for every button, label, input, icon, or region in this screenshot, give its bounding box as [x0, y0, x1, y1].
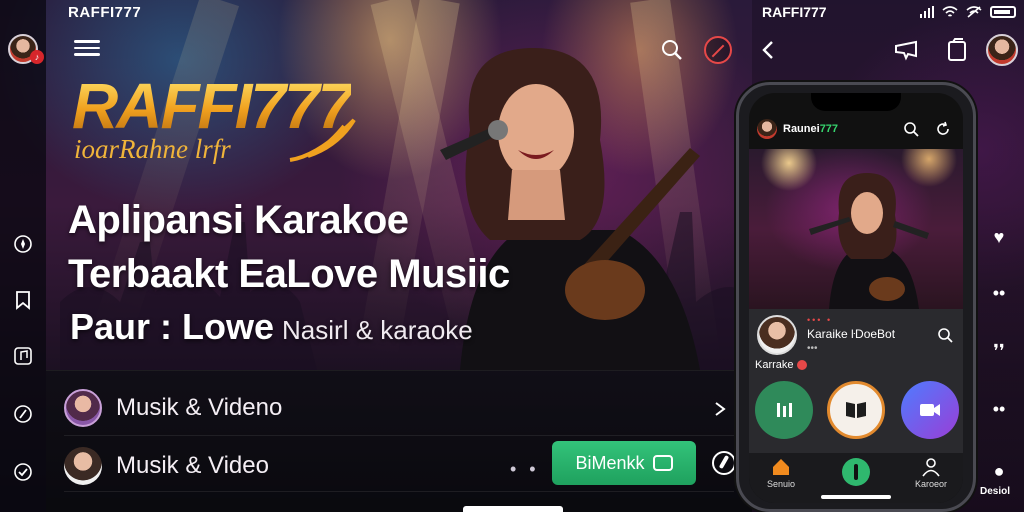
playlist-button[interactable]: [755, 381, 813, 439]
notification-badge: ♪: [30, 50, 44, 64]
side-label: Desiol: [980, 486, 1011, 497]
compass-icon[interactable]: [11, 232, 35, 256]
phone-brand: Raunei777: [783, 123, 839, 135]
chat-icon: [652, 455, 673, 471]
record-button[interactable]: [901, 381, 959, 439]
list-item[interactable]: Musik & Video • • BiMenkk: [64, 441, 736, 491]
profile-icon: [922, 458, 940, 477]
refresh-icon[interactable]: [935, 121, 951, 137]
tab-profile-label: Karoeor: [914, 479, 948, 489]
wifi-icon: [942, 6, 958, 17]
chevron-right-icon[interactable]: [712, 401, 728, 417]
action-button-label: BiMenkk: [575, 452, 645, 473]
karaoke-tag-label: Karrake: [755, 359, 794, 372]
divider: [64, 435, 734, 436]
home-indicator: [463, 506, 563, 512]
karaoke-tag: Karrake: [755, 359, 807, 371]
mini-singer-illustration: [809, 173, 929, 309]
tab-profile[interactable]: Karoeor: [901, 457, 961, 489]
headline-line-3: Paur : Lowe Nasirl & karaoke: [70, 306, 473, 348]
phone-notch: [811, 93, 901, 111]
dots-icon[interactable]: ••: [988, 282, 1010, 304]
home-indicator: [821, 495, 891, 499]
video-icon: [920, 404, 940, 416]
search-icon[interactable]: [903, 121, 919, 137]
navigate-icon[interactable]: [712, 451, 736, 475]
avatar: [64, 389, 102, 427]
status-title: RAFFI777: [762, 4, 827, 20]
tab-home-label: Senuio: [766, 479, 796, 489]
tab-home[interactable]: Senuio: [751, 457, 811, 489]
list-item-label: Musik & Videno: [116, 394, 283, 421]
live-dots: ••• •: [807, 315, 833, 325]
signal-icon: [920, 6, 934, 18]
swoosh-icon: [289, 118, 356, 162]
home-icon: [773, 459, 789, 475]
status-icons: [920, 6, 1016, 18]
headline-line-3-bold: Paur : Lowe: [70, 306, 275, 347]
cast-icon[interactable]: [894, 38, 920, 62]
more-icon[interactable]: ••: [988, 398, 1010, 420]
avatar: [64, 447, 102, 485]
heart-icon[interactable]: ♥: [988, 226, 1010, 248]
phone-screen: Raunei777 ••• • Karaike ŀDoeBot ••• Karr…: [749, 93, 963, 503]
headline-line-2: Terbaakt EaLove Musiic: [68, 252, 510, 296]
left-navigation-rail: ♪: [0, 0, 46, 512]
mic-icon: [842, 458, 870, 486]
share-icon[interactable]: [944, 38, 970, 62]
bookmark-icon[interactable]: [11, 288, 35, 312]
play-button[interactable]: [827, 381, 885, 439]
headline-line-3-light: Nasirl & karaoke: [282, 315, 473, 345]
action-button[interactable]: BiMenkk: [552, 441, 696, 485]
content-list-panel: Musik & Videno Musik & Video • • BiMenkk: [46, 370, 752, 512]
phone-header: Raunei777: [749, 111, 963, 147]
mute-icon[interactable]: [704, 36, 732, 64]
brand-tagline: ioarRahne lrfr: [74, 134, 231, 164]
list-item[interactable]: Musik & Videno: [64, 383, 734, 433]
check-circle-icon[interactable]: [11, 460, 35, 484]
tab-mic[interactable]: [826, 457, 886, 489]
book-icon: [846, 402, 866, 418]
search-icon[interactable]: [660, 38, 684, 62]
battery-icon: [990, 6, 1016, 18]
circle-icon[interactable]: ●: [988, 460, 1010, 482]
song-title: Karaike ŀDoeBot: [807, 327, 896, 341]
mute-status-icon: [966, 6, 982, 18]
phone-player-card: ••• • Karaike ŀDoeBot ••• Karrake: [749, 309, 963, 453]
bars-icon: [777, 403, 792, 417]
back-arrow-icon[interactable]: [760, 40, 776, 60]
headline-line-1: Aplipansi Karakoe: [68, 198, 409, 242]
avatar[interactable]: [757, 315, 797, 355]
phone-mockup: Raunei777 ••• • Karaike ŀDoeBot ••• Karr…: [736, 82, 976, 512]
music-note-icon[interactable]: [11, 344, 35, 368]
phone-stage-image: [749, 149, 963, 309]
search-icon[interactable]: [937, 327, 953, 343]
status-bar: RAFFI777: [762, 2, 1022, 22]
avatar[interactable]: [757, 119, 777, 139]
song-subtitle: •••: [807, 343, 818, 354]
profile-avatar[interactable]: [986, 34, 1018, 66]
list-item-label: Musik & Video: [116, 452, 269, 479]
phone-tab-bar: Senuio Karoeor: [749, 453, 963, 503]
menu-icon[interactable]: [74, 40, 100, 58]
gauge-icon[interactable]: [11, 402, 35, 426]
quote-icon[interactable]: ❜❜: [988, 340, 1010, 362]
divider: [64, 491, 734, 492]
more-dots[interactable]: • •: [510, 459, 540, 480]
app-title: RAFFI777: [68, 4, 142, 21]
